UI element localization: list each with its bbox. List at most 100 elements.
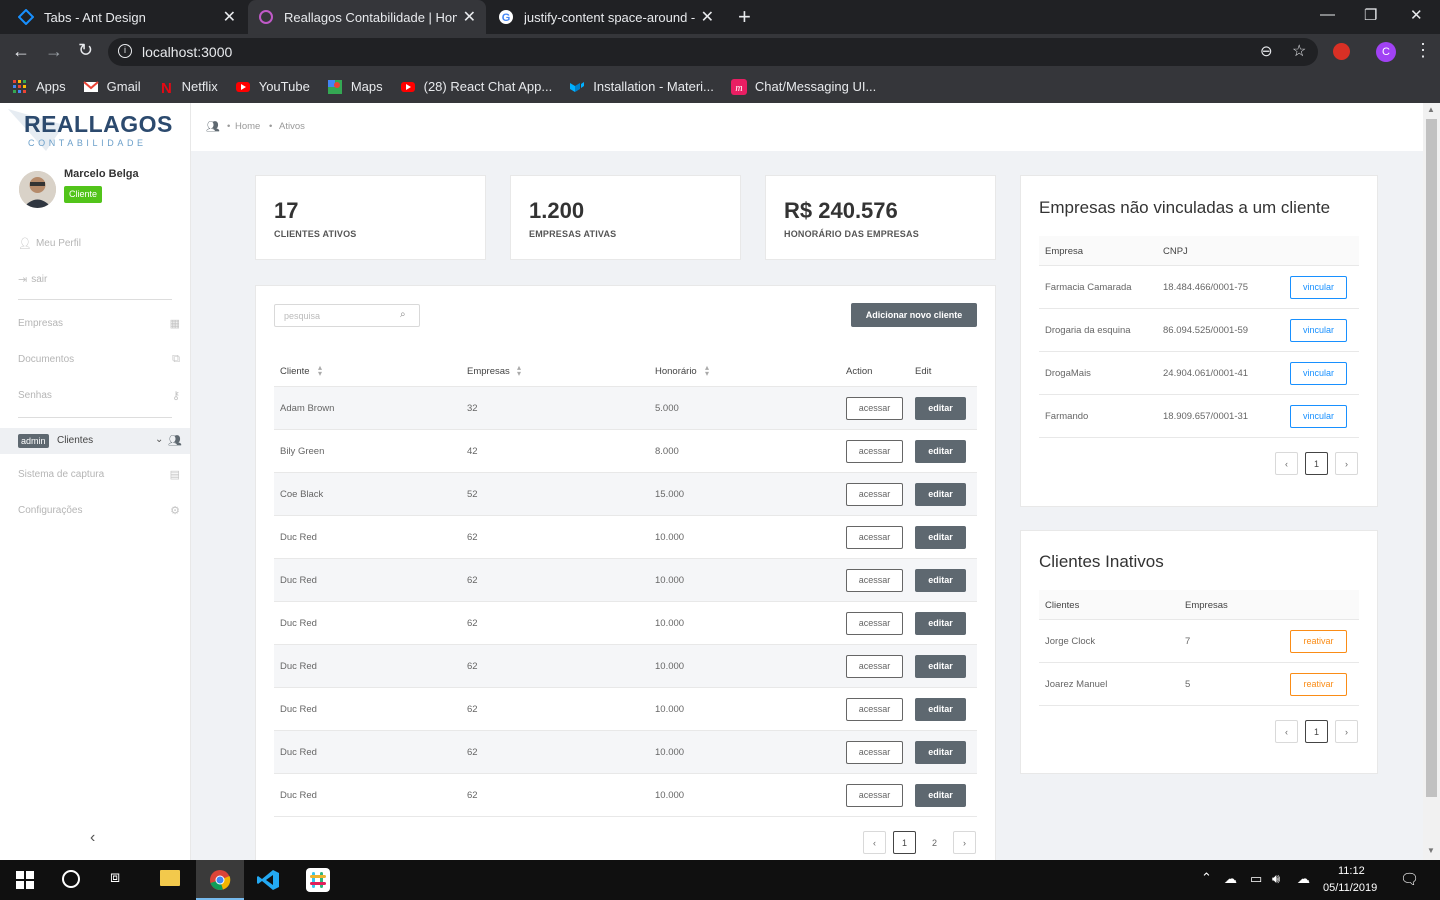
clock-time[interactable]: 11:12 bbox=[1338, 865, 1365, 877]
access-button[interactable]: acessar bbox=[846, 698, 903, 721]
access-button[interactable]: acessar bbox=[846, 784, 903, 807]
link-button[interactable]: vincular bbox=[1290, 362, 1347, 385]
tray-chevron-up-icon[interactable]: ⌃ bbox=[1201, 870, 1212, 886]
edit-button[interactable]: editar bbox=[915, 569, 966, 592]
bookmark-react-chat[interactable]: (28) React Chat App... bbox=[400, 79, 552, 95]
sidebar-item-configuracoes[interactable]: Configurações ⚙ bbox=[18, 504, 180, 517]
access-button[interactable]: acessar bbox=[846, 483, 903, 506]
pagination-next[interactable]: › bbox=[953, 831, 976, 854]
edit-button[interactable]: editar bbox=[915, 655, 966, 678]
access-button[interactable]: acessar bbox=[846, 741, 903, 764]
pagination-prev[interactable]: ‹ bbox=[1275, 720, 1298, 743]
sidebar-item-clientes[interactable]: admin Clientes ⌄ 👥︎ bbox=[0, 428, 190, 454]
column-header-empresas[interactable]: Empresas bbox=[467, 366, 510, 377]
scrollbar-thumb[interactable] bbox=[1426, 119, 1437, 797]
reactivate-button[interactable]: reativar bbox=[1290, 630, 1347, 653]
access-button[interactable]: acessar bbox=[846, 526, 903, 549]
chevron-down-icon[interactable]: ⌄ bbox=[155, 434, 163, 445]
sidebar-item-senhas[interactable]: Senhas ⚷ bbox=[18, 389, 180, 402]
task-view-icon[interactable]: ⧈ bbox=[110, 869, 120, 887]
back-icon[interactable]: ← bbox=[12, 41, 30, 62]
page-scrollbar[interactable]: ▲ ▼ bbox=[1423, 103, 1440, 860]
volume-icon[interactable]: 🔊︎ bbox=[1272, 871, 1280, 887]
forward-icon[interactable]: → bbox=[45, 41, 63, 62]
logo[interactable]: REALLAGOS CONTABILIDADE bbox=[6, 105, 176, 153]
close-tab-icon[interactable]: ✕ bbox=[701, 7, 714, 27]
cloud-upload-icon[interactable]: ☁ bbox=[1297, 871, 1310, 887]
scroll-up-icon[interactable]: ▲ bbox=[1427, 105, 1435, 114]
search-input[interactable]: pesquisa ⌕ bbox=[274, 304, 420, 327]
add-client-button[interactable]: Adicionar novo cliente bbox=[851, 303, 977, 327]
new-tab-button[interactable]: + bbox=[738, 4, 751, 30]
url-text[interactable]: localhost:3000 bbox=[142, 44, 232, 60]
bookmark-installation[interactable]: Installation - Materi... bbox=[569, 79, 714, 95]
logout-link[interactable]: ⇥ sair bbox=[18, 273, 47, 286]
pagination-prev[interactable]: ‹ bbox=[863, 831, 886, 854]
pagination-page[interactable]: 2 bbox=[923, 831, 946, 854]
close-tab-icon[interactable]: ✕ bbox=[463, 7, 476, 27]
slack-icon[interactable] bbox=[306, 868, 330, 897]
access-button[interactable]: acessar bbox=[846, 655, 903, 678]
reactivate-button[interactable]: reativar bbox=[1290, 673, 1347, 696]
edit-button[interactable]: editar bbox=[915, 397, 966, 420]
pagination-next[interactable]: › bbox=[1335, 720, 1358, 743]
column-header-cliente[interactable]: Cliente bbox=[280, 366, 310, 377]
pagination-page[interactable]: 1 bbox=[1305, 452, 1328, 475]
access-button[interactable]: acessar bbox=[846, 569, 903, 592]
sort-icon[interactable]: ▴ ▾ bbox=[517, 364, 521, 378]
access-button[interactable]: acessar bbox=[846, 612, 903, 635]
collapse-sidebar-icon[interactable]: ‹ bbox=[90, 829, 95, 847]
breadcrumb-home[interactable]: Home bbox=[235, 121, 260, 132]
file-explorer-icon[interactable] bbox=[160, 870, 180, 886]
access-button[interactable]: acessar bbox=[846, 440, 903, 463]
profile-link[interactable]: 👤︎ Meu Perfil bbox=[18, 237, 81, 250]
extension-icon[interactable] bbox=[1333, 43, 1350, 60]
column-header-honorario[interactable]: Honorário bbox=[655, 366, 697, 377]
link-button[interactable]: vincular bbox=[1290, 405, 1347, 428]
network-icon[interactable]: ▭ bbox=[1250, 871, 1262, 887]
edit-button[interactable]: editar bbox=[915, 741, 966, 764]
link-button[interactable]: vincular bbox=[1290, 276, 1347, 299]
windows-start-icon[interactable] bbox=[16, 871, 34, 894]
bookmark-maps[interactable]: Maps bbox=[327, 79, 383, 95]
edit-button[interactable]: editar bbox=[915, 784, 966, 807]
close-tab-icon[interactable]: ✕ bbox=[223, 7, 236, 27]
scroll-down-icon[interactable]: ▼ bbox=[1427, 846, 1435, 855]
vscode-icon[interactable] bbox=[256, 868, 280, 897]
browser-tab-ant-design[interactable]: Tabs - Ant Design ✕ bbox=[8, 0, 246, 34]
menu-dots-icon[interactable]: ⋮ bbox=[1414, 40, 1432, 61]
notifications-icon[interactable]: 🗨︎ bbox=[1400, 870, 1419, 888]
address-bar[interactable]: i localhost:3000 ⊖ ☆ bbox=[108, 38, 1318, 66]
bookmark-gmail[interactable]: Gmail bbox=[82, 79, 141, 95]
sidebar-item-documentos[interactable]: Documentos ⧉ bbox=[18, 353, 180, 366]
close-window-icon[interactable]: ✕ bbox=[1410, 6, 1423, 24]
bookmark-youtube[interactable]: YouTube bbox=[235, 79, 310, 95]
edit-button[interactable]: editar bbox=[915, 612, 966, 635]
avatar[interactable] bbox=[19, 171, 56, 208]
pagination-page[interactable]: 1 bbox=[1305, 720, 1328, 743]
pagination-next[interactable]: › bbox=[1335, 452, 1358, 475]
bookmark-chat-messaging[interactable]: m Chat/Messaging UI... bbox=[730, 78, 876, 95]
access-button[interactable]: acessar bbox=[846, 397, 903, 420]
clock-date[interactable]: 05/11/2019 bbox=[1323, 882, 1377, 894]
onedrive-icon[interactable]: ☁ bbox=[1224, 871, 1237, 887]
restore-icon[interactable]: ❐ bbox=[1364, 6, 1377, 24]
edit-button[interactable]: editar bbox=[915, 526, 966, 549]
browser-tab-reallagos[interactable]: Reallagos Contabilidade | Home ✕ bbox=[248, 0, 486, 34]
bookmark-apps[interactable]: Apps bbox=[12, 79, 66, 95]
edit-button[interactable]: editar bbox=[915, 483, 966, 506]
bookmark-star-icon[interactable]: ☆ bbox=[1292, 41, 1306, 61]
profile-avatar[interactable]: C bbox=[1376, 42, 1396, 62]
search-icon[interactable]: ⌕ bbox=[400, 309, 406, 320]
sidebar-item-sistema-captura[interactable]: Sistema de captura ▤ bbox=[18, 468, 180, 481]
bookmark-netflix[interactable]: N Netflix bbox=[158, 79, 218, 97]
browser-tab-justify-content[interactable]: G justify-content space-around - Pe ✕ bbox=[488, 0, 724, 34]
edit-button[interactable]: editar bbox=[915, 698, 966, 721]
info-icon[interactable]: i bbox=[118, 44, 132, 58]
pagination-prev[interactable]: ‹ bbox=[1275, 452, 1298, 475]
minimize-icon[interactable]: — bbox=[1320, 6, 1335, 23]
sort-icon[interactable]: ▴ ▾ bbox=[318, 364, 322, 378]
edit-button[interactable]: editar bbox=[915, 440, 966, 463]
taskbar-chrome[interactable] bbox=[196, 860, 244, 900]
zoom-icon[interactable]: ⊖ bbox=[1260, 42, 1273, 60]
